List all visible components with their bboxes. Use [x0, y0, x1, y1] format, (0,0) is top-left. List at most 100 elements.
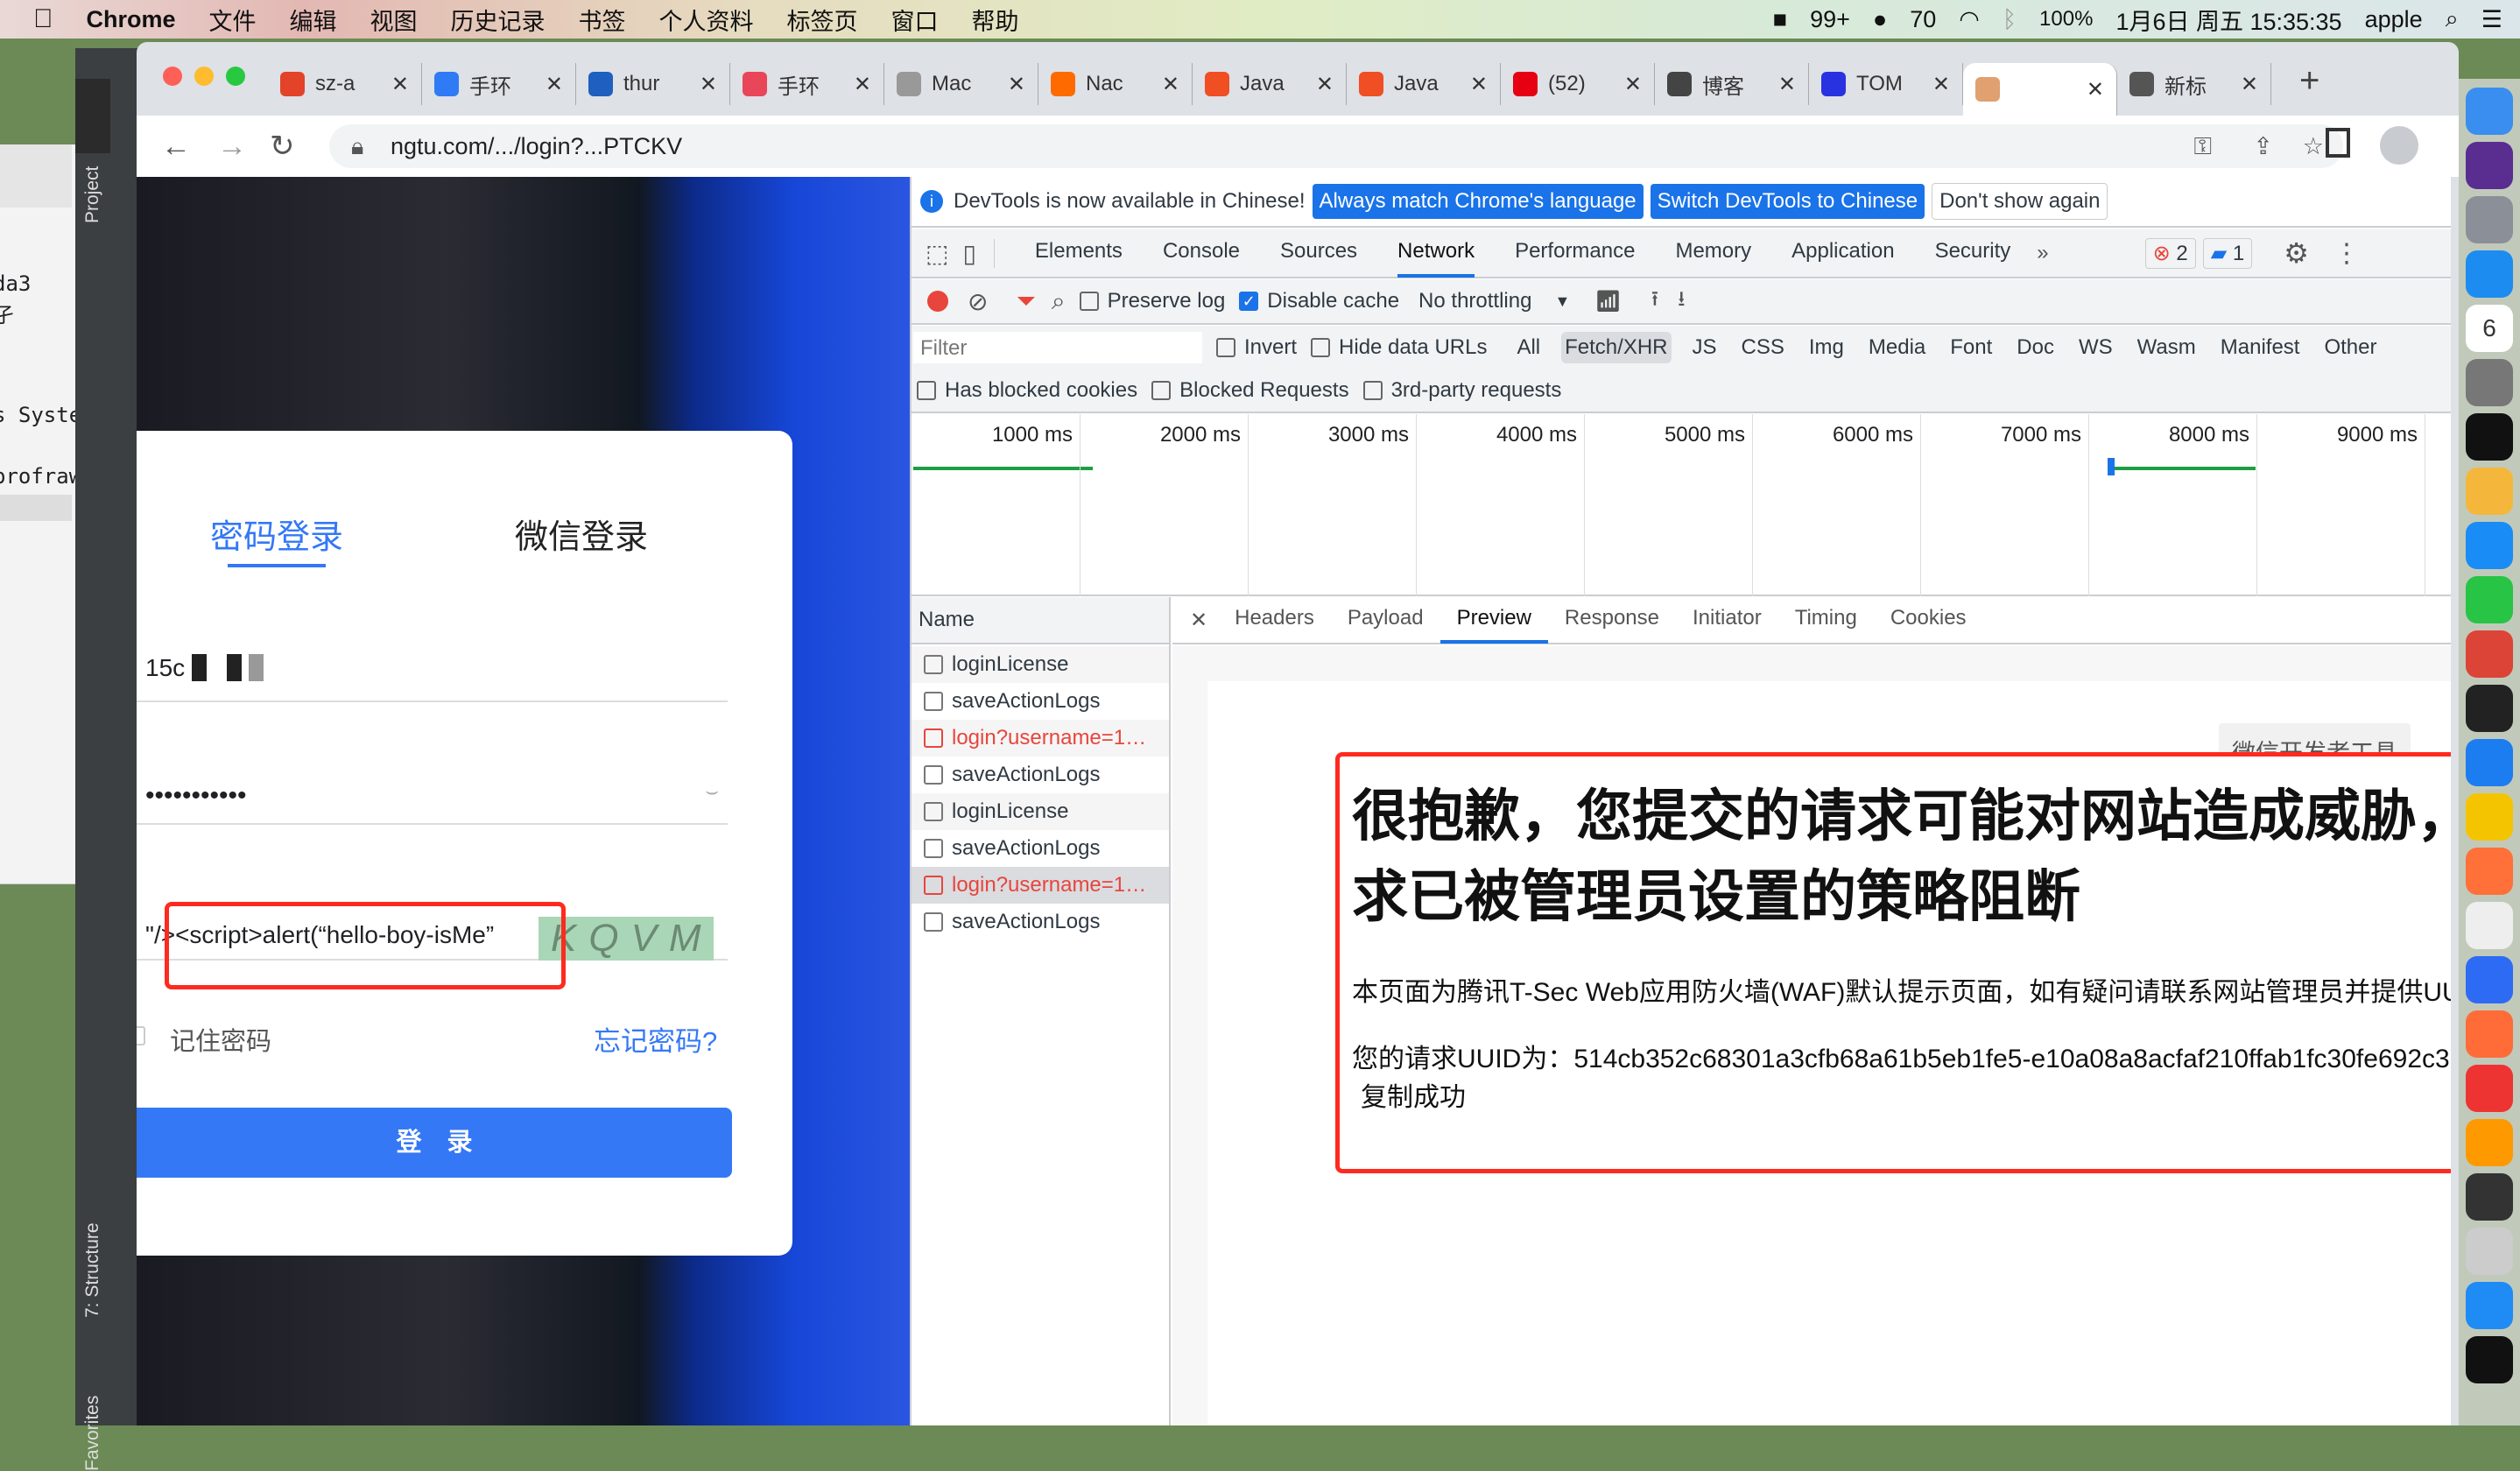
type-filter-doc[interactable]: Doc: [2013, 332, 2058, 363]
browser-tab[interactable]: Java ✕: [1193, 63, 1347, 105]
import-har-icon[interactable]: ⭱: [1651, 284, 1658, 320]
devtools-tab-console[interactable]: Console: [1163, 229, 1240, 278]
devtools-tab-application[interactable]: Application: [1791, 229, 1894, 278]
tab-password-login[interactable]: 密码登录: [210, 510, 343, 558]
close-detail-icon[interactable]: ✕: [1190, 608, 1207, 633]
dont-show-again-button[interactable]: Don't show again: [1932, 183, 2108, 220]
browser-tab[interactable]: thur ✕: [576, 63, 730, 105]
inspect-element-icon[interactable]: ⬚: [926, 239, 948, 268]
browser-tab[interactable]: 手环 ✕: [730, 63, 884, 105]
minimize-window-button[interactable]: [194, 67, 214, 86]
back-button[interactable]: ←: [161, 130, 191, 164]
wechat-work-status-icon[interactable]: ■: [1773, 6, 1787, 33]
close-tab-icon[interactable]: ✕: [1316, 72, 1334, 97]
browser-tab[interactable]: 新标 ✕: [2117, 63, 2271, 105]
menu-view[interactable]: 视图: [370, 3, 418, 37]
share-icon[interactable]: ⇪: [2253, 124, 2273, 168]
settings-gear-icon[interactable]: ⚙: [2284, 236, 2309, 270]
control-center-icon[interactable]: ☰: [2481, 6, 2502, 33]
detail-tab-response[interactable]: Response: [1548, 596, 1676, 644]
type-filter-css[interactable]: CSS: [1738, 332, 1788, 363]
postman-icon[interactable]: [2466, 1010, 2513, 1058]
qq-icon[interactable]: [2466, 793, 2513, 841]
errors-badge[interactable]: ⊗ 2: [2144, 237, 2196, 269]
close-tab-icon[interactable]: ✕: [1778, 72, 1796, 97]
clear-icon[interactable]: ⊘: [968, 287, 988, 316]
bookmark-star-icon[interactable]: ☆: [2303, 124, 2324, 168]
messages-badge[interactable]: ▰ 1: [2202, 237, 2253, 269]
hide-data-urls-checkbox[interactable]: [1311, 338, 1331, 357]
devtools-tab-sources[interactable]: Sources: [1280, 229, 1357, 278]
login-button[interactable]: 登 录: [137, 1108, 732, 1178]
system-preferences-icon[interactable]: [2466, 359, 2513, 406]
zoom-window-button[interactable]: [226, 67, 245, 86]
browser-tab[interactable]: 手环 ✕: [422, 63, 576, 105]
type-filter-img[interactable]: Img: [1806, 332, 1848, 363]
profile-avatar[interactable]: [2380, 126, 2418, 165]
network-conditions-icon[interactable]: 📶︎: [1594, 289, 1621, 314]
third-party-checkbox[interactable]: [1362, 381, 1383, 400]
type-filter-all[interactable]: All: [1513, 332, 1544, 363]
eye-closed-icon[interactable]: ⌣: [705, 779, 719, 804]
request-checkbox[interactable]: [924, 912, 943, 932]
has-blocked-cookies-label[interactable]: Has blocked cookies: [945, 378, 1137, 403]
browser-tab[interactable]: ✕: [1963, 63, 2117, 116]
type-filter-font[interactable]: Font: [1946, 332, 1996, 363]
browser-tab[interactable]: (52) ✕: [1501, 63, 1655, 105]
blocked-requests-checkbox[interactable]: [1151, 381, 1172, 400]
menu-file[interactable]: 文件: [209, 3, 257, 37]
invert-label[interactable]: Invert: [1244, 335, 1297, 360]
menu-app[interactable]: Chrome: [87, 6, 176, 33]
filter-icon[interactable]: ⏷: [1016, 287, 1035, 316]
firefox-icon[interactable]: [2466, 848, 2513, 895]
close-tab-icon[interactable]: ✕: [854, 72, 871, 97]
textedit-icon[interactable]: [2466, 902, 2513, 949]
reload-button[interactable]: ↻: [270, 129, 295, 164]
close-tab-icon[interactable]: ✕: [1008, 72, 1025, 97]
request-row[interactable]: saveActionLogs: [912, 683, 1169, 720]
hide-data-urls-label[interactable]: Hide data URLs: [1339, 335, 1487, 360]
request-row[interactable]: saveActionLogs: [912, 830, 1169, 867]
wechat-icon[interactable]: [2466, 576, 2513, 623]
request-row[interactable]: saveActionLogs: [912, 757, 1169, 793]
detail-tab-timing[interactable]: Timing: [1778, 596, 1874, 644]
menu-bookmarks[interactable]: 书签: [579, 3, 626, 37]
disable-cache-checkbox[interactable]: ✓: [1239, 292, 1259, 311]
terminal-icon[interactable]: [2466, 413, 2513, 461]
request-row[interactable]: login?username=1…: [912, 720, 1169, 757]
project-tool-tab[interactable]: Project: [82, 166, 103, 223]
kebab-menu-icon[interactable]: ⋮: [2333, 238, 2360, 269]
third-party-label[interactable]: 3rd-party requests: [1391, 378, 1562, 403]
close-tab-icon[interactable]: ✕: [1162, 72, 1179, 97]
detail-tab-preview[interactable]: Preview: [1439, 596, 1548, 644]
always-match-language-button[interactable]: Always match Chrome's language: [1312, 184, 1644, 219]
clock[interactable]: 1月6日 周五 15:35:35: [2115, 3, 2341, 37]
close-tab-icon[interactable]: ✕: [546, 72, 563, 97]
browser-tab[interactable]: Mac ✕: [884, 63, 1038, 105]
throttling-select[interactable]: No throttling: [1418, 289, 1531, 313]
forgot-password-link[interactable]: 忘记密码?: [594, 1019, 717, 1059]
feishu-icon[interactable]: [2466, 956, 2513, 1003]
request-checkbox[interactable]: [924, 802, 943, 821]
request-row[interactable]: login?username=1…: [912, 867, 1169, 904]
vscode-icon[interactable]: [2466, 685, 2513, 732]
notification-count[interactable]: 99+: [1810, 6, 1850, 33]
close-tab-icon[interactable]: ✕: [1932, 72, 1950, 97]
type-filter-manifest[interactable]: Manifest: [2217, 332, 2304, 363]
remember-label[interactable]: 记住密码: [170, 1021, 271, 1058]
devtools-tab-memory[interactable]: Memory: [1675, 229, 1751, 278]
network-overview-timeline[interactable]: 1000 ms 2000 ms 3000 ms 4000 ms 5000 ms 6000 …: [912, 414, 2451, 596]
app-store-icon[interactable]: [2466, 522, 2513, 569]
phone-input[interactable]: 15c ■ ■ ■: [137, 632, 728, 702]
preview-icon[interactable]: [2466, 1228, 2513, 1275]
structure-tool-tab[interactable]: 7: Structure: [82, 1222, 103, 1318]
menu-help[interactable]: 帮助: [972, 3, 1019, 37]
photos-icon[interactable]: [2466, 468, 2513, 515]
filter-input[interactable]: Filter: [913, 332, 1202, 363]
detail-tab-initiator[interactable]: Initiator: [1676, 596, 1778, 644]
detail-tab-headers[interactable]: Headers: [1218, 596, 1331, 644]
devtools-tab-security[interactable]: Security: [1935, 229, 2011, 278]
waf-uuid[interactable]: 您的请求UUID为：514cb352c68301a3cfb68a61b5eb1f…: [1352, 1040, 2451, 1079]
wechat-status-icon[interactable]: ●: [1873, 6, 1887, 33]
new-tab-button[interactable]: +: [2299, 61, 2319, 101]
